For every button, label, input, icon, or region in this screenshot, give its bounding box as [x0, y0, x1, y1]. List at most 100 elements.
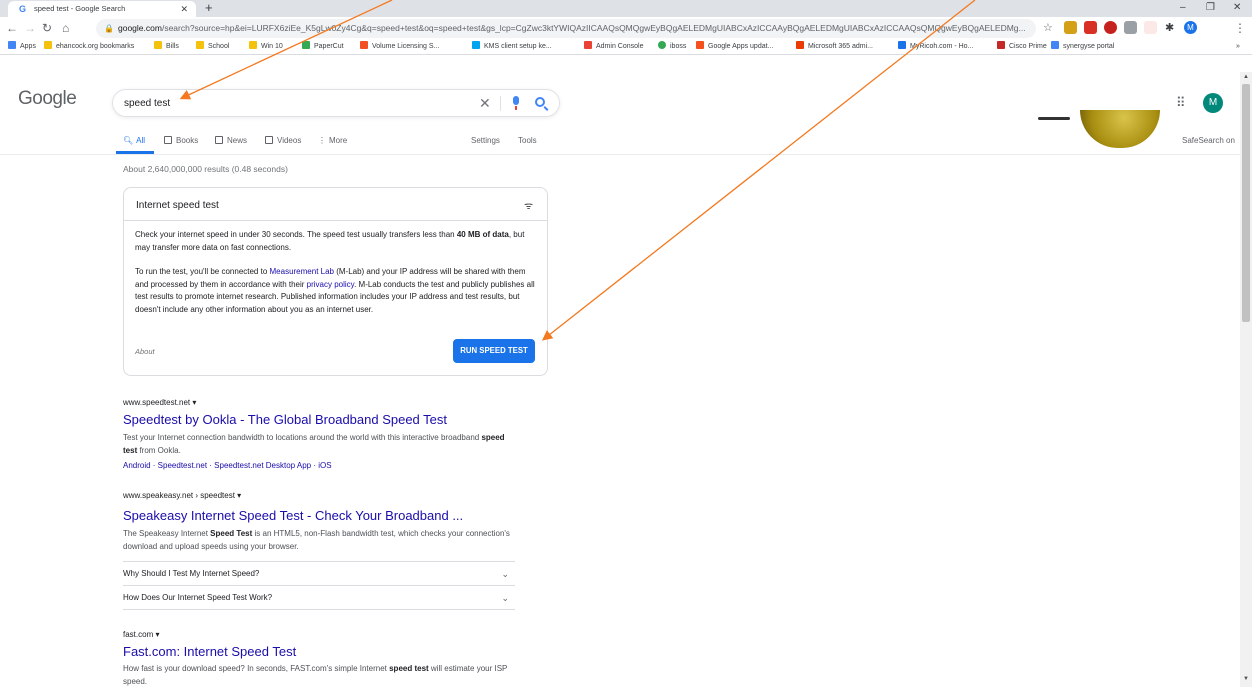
extension-icon[interactable] — [1064, 21, 1077, 34]
new-tab-button[interactable]: + — [205, 0, 213, 16]
tab-videos[interactable]: Videos — [265, 135, 301, 147]
page-scrollbar[interactable]: ▲ ▼ — [1240, 72, 1252, 687]
browser-toolbar: ← → ↻ ⌂ 🔒 google.com/search?source=hp&ei… — [0, 17, 1252, 39]
url-host: google.com — [118, 23, 162, 33]
bookmark-item[interactable]: MyRicoh.com - Ho... — [898, 39, 973, 54]
lock-icon: 🔒 — [104, 24, 114, 33]
card-description: Check your internet speed in under 30 se… — [135, 230, 525, 252]
tab-title: speed test - Google Search — [34, 4, 126, 13]
faq-item[interactable]: Why Should I Test My Internet Speed? ⌄ — [123, 561, 515, 585]
bookmark-item[interactable]: iboss — [658, 39, 686, 54]
bookmark-item[interactable]: KMS client setup ke... — [472, 39, 552, 54]
bookmark-item[interactable]: ehancock.org bookmarks — [44, 39, 134, 54]
wifi-icon: ᯤ — [524, 201, 534, 212]
search-box[interactable]: speed test ✕ — [112, 89, 560, 117]
bookmark-item[interactable]: Cisco Prime — [997, 39, 1047, 54]
extension-icon[interactable] — [1124, 21, 1137, 34]
result-sitelinks[interactable]: Android · Speedtest.net · Speedtest.net … — [123, 461, 332, 470]
microphone-stand — [515, 106, 517, 110]
puzzle-extensions-icon[interactable]: ✱ — [1165, 20, 1174, 36]
tab-close-icon[interactable]: ✕ — [180, 1, 188, 17]
bookmark-star-icon[interactable]: ☆ — [1043, 20, 1053, 36]
search-divider — [500, 96, 501, 111]
bookmark-item[interactable]: PaperCut — [302, 39, 344, 54]
account-avatar[interactable]: M — [1203, 93, 1223, 113]
address-bar[interactable]: 🔒 google.com/search?source=hp&ei=LURFX6z… — [96, 19, 1036, 38]
bookmark-item[interactable]: Admin Console — [584, 39, 643, 54]
search-input[interactable]: speed test — [124, 90, 170, 117]
google-apps-grid-icon[interactable]: ⠿ — [1176, 95, 1186, 111]
search-small-icon: 🔍︎ — [123, 136, 134, 145]
result-cite[interactable]: www.speedtest.net ▾ — [123, 398, 196, 407]
doodle-decoration — [1038, 117, 1070, 120]
search-icon-handle — [543, 106, 549, 111]
extension-icon[interactable] — [1084, 21, 1097, 34]
google-favicon-icon: G — [19, 4, 27, 14]
minimize-button[interactable]: – — [1180, 0, 1186, 16]
doodle-image — [1080, 110, 1160, 148]
result-cite[interactable]: www.speakeasy.net › speedtest ▾ — [123, 491, 241, 500]
card-privacy-text: To run the test, you'll be connected to … — [135, 267, 535, 314]
bookmark-item[interactable]: synergyse portal — [1051, 39, 1114, 54]
extension-icon[interactable] — [1144, 21, 1157, 34]
measurement-lab-link[interactable]: Measurement Lab — [270, 267, 334, 276]
tools-link[interactable]: Tools — [518, 135, 537, 147]
card-title: Internet speed test — [136, 200, 219, 211]
bookmark-item[interactable]: Microsoft 365 admi... — [796, 39, 873, 54]
forward-icon[interactable]: → — [24, 20, 36, 36]
result-snippet: The Speakeasy Internet Speed Test is an … — [123, 529, 510, 551]
book-icon — [164, 136, 172, 144]
bookmark-item[interactable]: Google Apps updat... — [696, 39, 773, 54]
tab-news[interactable]: News — [215, 135, 247, 147]
settings-link[interactable]: Settings — [471, 135, 500, 147]
bookmarks-overflow-icon[interactable]: » — [1236, 39, 1240, 54]
close-window-button[interactable]: ✕ — [1233, 0, 1241, 16]
bookmarks-bar: Apps ehancock.org bookmarks Bills School… — [0, 39, 1252, 55]
extension-icon[interactable] — [1104, 21, 1117, 34]
result-snippet: Test your Internet connection bandwidth … — [123, 433, 505, 455]
scroll-down-arrow-icon[interactable]: ▼ — [1243, 676, 1249, 682]
home-icon[interactable]: ⌂ — [62, 20, 69, 36]
speed-test-card: Internet speed test ᯤ Check your interne… — [123, 187, 548, 376]
url-path: /search?source=hp&ei=LURFX6ziEe_K5gLw0Zy… — [161, 23, 1026, 33]
play-icon — [265, 136, 273, 144]
result-title-link[interactable]: Speakeasy Internet Speed Test - Check Yo… — [123, 508, 463, 523]
result-stats: About 2,640,000,000 results (0.48 second… — [123, 164, 288, 174]
safesearch-status[interactable]: SafeSearch on — [1182, 136, 1235, 145]
bookmark-item[interactable]: Volume Licensing S... — [360, 39, 439, 54]
menu-kebab-icon[interactable]: ⋮ — [1234, 20, 1246, 36]
header-divider — [0, 154, 1240, 155]
result-snippet: How fast is your download speed? In seco… — [123, 664, 508, 686]
back-icon[interactable]: ← — [6, 20, 18, 36]
news-icon — [215, 136, 223, 144]
chevron-down-icon: ⌄ — [501, 593, 509, 603]
run-speed-test-button[interactable]: RUN SPEED TEST — [453, 339, 535, 363]
browser-tab[interactable]: G speed test - Google Search ✕ — [8, 1, 196, 17]
tab-books[interactable]: Books — [164, 135, 198, 147]
privacy-policy-link[interactable]: privacy policy — [307, 280, 354, 289]
chevron-down-icon: ⌄ — [501, 569, 509, 579]
bookmark-item[interactable]: Win 10 — [249, 39, 283, 54]
faq-item[interactable]: How Does Our Internet Speed Test Work? ⌄ — [123, 585, 515, 609]
bookmark-item[interactable]: Bills — [154, 39, 179, 54]
reload-icon[interactable]: ↻ — [42, 20, 52, 36]
more-vertical-icon: ⋮ — [318, 136, 326, 145]
profile-avatar[interactable]: M — [1184, 21, 1197, 34]
result-title-link[interactable]: Fast.com: Internet Speed Test — [123, 644, 296, 659]
scrollbar-thumb[interactable] — [1242, 84, 1250, 322]
about-link[interactable]: About — [135, 347, 155, 356]
bookmark-item[interactable]: School — [196, 39, 229, 54]
bookmark-item[interactable]: Apps — [8, 39, 36, 54]
card-divider — [124, 220, 547, 221]
scroll-up-arrow-icon[interactable]: ▲ — [1243, 74, 1249, 80]
tab-more[interactable]: ⋮ More — [318, 135, 347, 147]
google-logo[interactable]: Google — [18, 88, 77, 110]
result-title-link[interactable]: Speedtest by Ookla - The Global Broadban… — [123, 412, 447, 427]
browser-tab-strip: G speed test - Google Search ✕ + – ❐ ✕ — [0, 0, 1252, 17]
microphone-icon[interactable] — [513, 96, 519, 105]
result-cite[interactable]: fast.com ▾ — [123, 630, 159, 639]
faq-divider — [123, 609, 515, 610]
clear-search-icon[interactable]: ✕ — [479, 90, 491, 116]
tab-all[interactable]: 🔍︎ All — [123, 135, 145, 147]
restore-button[interactable]: ❐ — [1206, 0, 1215, 16]
